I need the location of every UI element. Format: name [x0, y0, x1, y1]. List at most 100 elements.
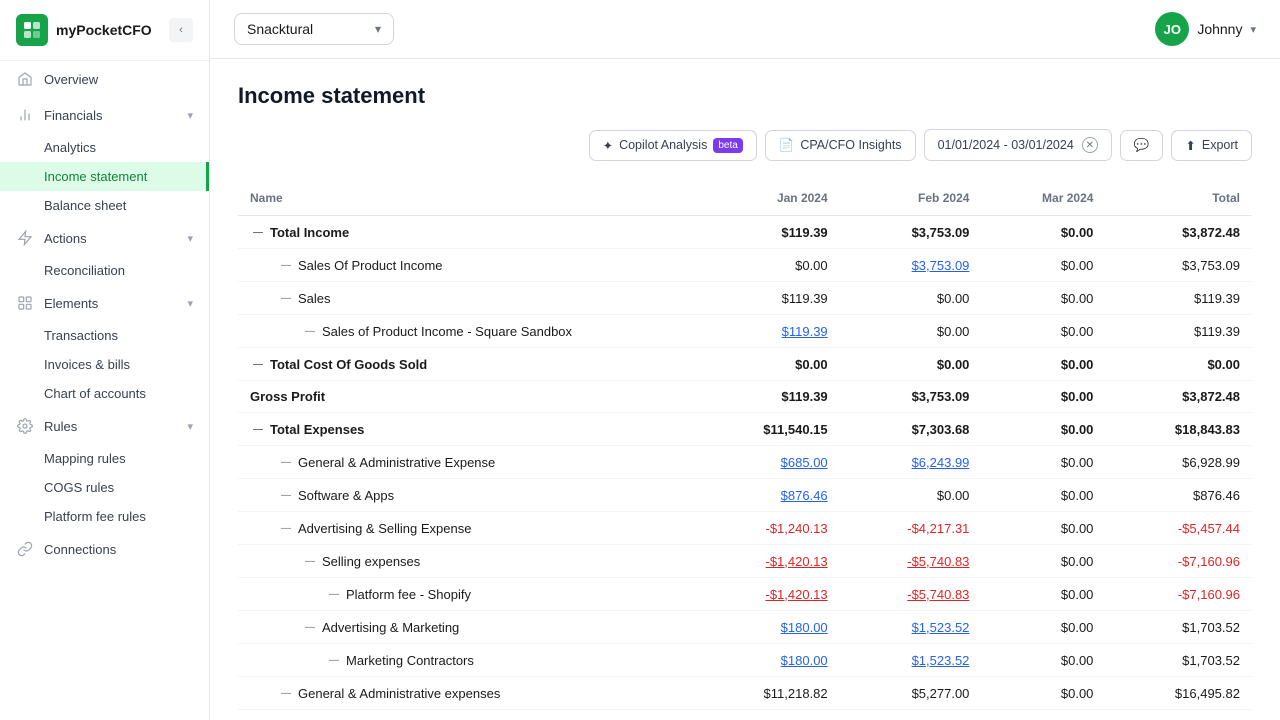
sidebar-item-overview-label: Overview	[44, 72, 98, 87]
company-selector[interactable]: Snacktural ▾	[234, 13, 394, 45]
row-value-total: $876.46	[1193, 488, 1240, 503]
row-value-jan[interactable]: $119.39	[782, 324, 828, 339]
row-value-mar: $0.00	[1061, 389, 1094, 404]
elements-chevron: ▾	[187, 297, 193, 310]
export-button[interactable]: ⬆ Export	[1171, 130, 1252, 161]
row-value-jan[interactable]: $180.00	[781, 620, 828, 635]
sidebar-item-income-statement[interactable]: Income statement	[0, 162, 209, 191]
table-row: —Selling expenses-$1,420.13-$5,740.83$0.…	[238, 545, 1252, 578]
info-icon[interactable]: ✕	[1082, 137, 1098, 153]
table-row: —Software & Apps$876.46$0.00$0.00$876.46	[238, 479, 1252, 512]
user-area[interactable]: JO Johnny ▾	[1155, 12, 1256, 46]
date-range-button[interactable]: 01/01/2024 - 03/01/2024 ✕	[924, 129, 1112, 161]
row-value-jan: $119.39	[782, 291, 828, 306]
sidebar-item-connections-label: Connections	[44, 542, 116, 557]
sidebar-item-elements[interactable]: Elements ▾	[0, 285, 209, 321]
collapse-button[interactable]: —	[278, 454, 294, 470]
collapse-button[interactable]: —	[326, 652, 342, 668]
collapse-button[interactable]: —	[326, 586, 342, 602]
row-name: General & Administrative expenses	[298, 686, 500, 701]
sidebar-item-transactions[interactable]: Transactions	[0, 321, 209, 350]
row-value-feb[interactable]: $6,243.99	[912, 455, 970, 470]
row-value-jan[interactable]: -$1,420.13	[765, 554, 827, 569]
row-value-total: -$7,160.96	[1178, 587, 1240, 602]
row-name: Advertising & Selling Expense	[298, 521, 471, 536]
row-value-total: $3,872.48	[1182, 225, 1240, 240]
row-value-total: $3,753.09	[1182, 258, 1240, 273]
comment-button[interactable]: 💬	[1120, 130, 1164, 161]
collapse-button[interactable]: —	[278, 257, 294, 273]
copilot-analysis-button[interactable]: ✦ Copilot Analysis beta	[589, 130, 757, 161]
collapse-button[interactable]: —	[278, 520, 294, 536]
table-row: —Total Expenses$11,540.15$7,303.68$0.00$…	[238, 413, 1252, 446]
topbar: Snacktural ▾ JO Johnny ▾	[210, 0, 1280, 59]
row-name: Total Income	[270, 225, 349, 240]
collapse-button[interactable]: —	[250, 224, 266, 240]
row-value-mar: $0.00	[1061, 620, 1094, 635]
row-value-jan[interactable]: $685.00	[781, 455, 828, 470]
row-value-jan[interactable]: $876.46	[781, 488, 828, 503]
row-value-feb[interactable]: $1,523.52	[912, 653, 970, 668]
sidebar-item-connections[interactable]: Connections	[0, 531, 209, 567]
row-value-jan[interactable]: -$1,420.13	[765, 587, 827, 602]
collapse-button[interactable]: —	[278, 290, 294, 306]
row-value-feb: $5,277.00	[912, 686, 970, 701]
table-row: —General & Administrative expenses$11,21…	[238, 677, 1252, 710]
sidebar-item-reconciliation[interactable]: Reconciliation	[0, 256, 209, 285]
cpa-insights-button[interactable]: 📄 CPA/CFO Insights	[765, 130, 916, 161]
table-row: —Total Cost Of Goods Sold$0.00$0.00$0.00…	[238, 348, 1252, 381]
sidebar-item-overview[interactable]: Overview	[0, 61, 209, 97]
row-value-total: -$5,457.44	[1178, 521, 1240, 536]
row-value-jan: -$1,240.13	[765, 521, 827, 536]
col-mar: Mar 2024	[981, 181, 1105, 216]
sidebar-item-balance-sheet[interactable]: Balance sheet	[0, 191, 209, 220]
collapse-button[interactable]: —	[250, 421, 266, 437]
row-value-jan: $11,540.15	[763, 422, 827, 437]
row-value-total: $6,928.99	[1182, 455, 1240, 470]
row-value-feb: -$4,217.31	[907, 521, 969, 536]
beta-badge: beta	[713, 138, 742, 153]
row-value-jan: $119.39	[781, 225, 827, 240]
collapse-button[interactable]: —	[278, 487, 294, 503]
sidebar-item-financials[interactable]: Financials ▾	[0, 97, 209, 133]
row-value-mar: $0.00	[1061, 488, 1094, 503]
collapse-button[interactable]: —	[302, 323, 318, 339]
row-value-jan: $0.00	[795, 258, 828, 273]
row-value-feb[interactable]: $3,753.09	[912, 258, 970, 273]
collapse-button[interactable]: —	[278, 685, 294, 701]
table-row: —General & Administrative Expense$685.00…	[238, 446, 1252, 479]
row-value-feb[interactable]: -$5,740.83	[907, 587, 969, 602]
row-value-mar: $0.00	[1061, 324, 1094, 339]
sidebar-item-chart-of-accounts[interactable]: Chart of accounts	[0, 379, 209, 408]
sidebar-item-invoices[interactable]: Invoices & bills	[0, 350, 209, 379]
row-value-total: $119.39	[1194, 291, 1240, 306]
row-value-jan[interactable]: $180.00	[781, 653, 828, 668]
col-total: Total	[1105, 181, 1252, 216]
sidebar-item-cogs-rules[interactable]: COGS rules	[0, 473, 209, 502]
row-value-total: $16,495.82	[1175, 686, 1240, 701]
sidebar-item-mapping-rules[interactable]: Mapping rules	[0, 444, 209, 473]
row-value-feb[interactable]: -$5,740.83	[907, 554, 969, 569]
row-value-feb: $7,303.68	[912, 422, 970, 437]
table-row: —Marketing Contractors$180.00$1,523.52$0…	[238, 644, 1252, 677]
collapse-button[interactable]: —	[250, 356, 266, 372]
collapse-button[interactable]: —	[302, 553, 318, 569]
row-name: Sales Of Product Income	[298, 258, 443, 273]
row-value-feb: $3,753.09	[912, 225, 970, 240]
table-row: — Platform fee - Shopify -$1,420.13 -$5,740…	[238, 578, 1252, 611]
sidebar-item-analytics[interactable]: Analytics	[0, 133, 209, 162]
table-row: — Advertising & Selling Expense -$1,240.13…	[238, 512, 1252, 545]
row-value-feb[interactable]: $1,523.52	[912, 620, 970, 635]
page-title: Income statement	[238, 83, 1252, 109]
collapse-button[interactable]: —	[302, 619, 318, 635]
row-name: Platform fee - Shopify	[346, 587, 471, 602]
row-value-jan: $119.39	[781, 389, 827, 404]
sidebar-item-rules[interactable]: Rules ▾	[0, 408, 209, 444]
row-name: Software & Apps	[298, 488, 394, 503]
sidebar-item-platform-fee-rules[interactable]: Platform fee rules	[0, 502, 209, 531]
row-value-total: $0.00	[1207, 357, 1240, 372]
sidebar-item-financials-label: Financials	[44, 108, 103, 123]
row-name: Selling expenses	[322, 554, 420, 569]
sidebar-back-button[interactable]: ‹	[169, 18, 193, 42]
sidebar-item-actions[interactable]: Actions ▾	[0, 220, 209, 256]
